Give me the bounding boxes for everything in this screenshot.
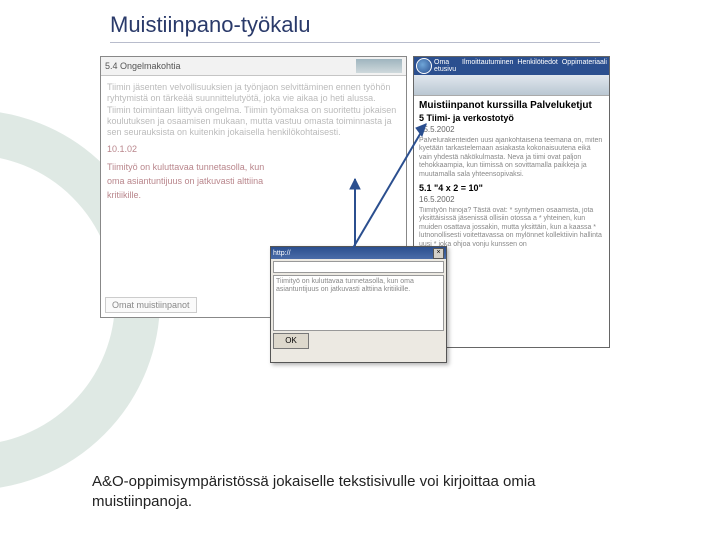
slide-title: Muistiinpano-työkalu [110, 12, 600, 38]
ok-button[interactable]: OK [273, 333, 309, 349]
course-banner [414, 75, 609, 96]
arrow-popup-to-left [345, 171, 365, 251]
title-underline [110, 42, 600, 43]
screenshot-collage: 5.4 Ongelmakohtia Tiimin jäsenten velvol… [100, 56, 610, 366]
nav-profile[interactable]: Henkilötiedot [517, 59, 557, 73]
popup-title: http:// [273, 250, 291, 257]
note-editor-popup: http:// × Tiimityö on kuluttavaa tunneta… [270, 246, 447, 363]
content-page-heading: 5.4 Ongelmakohtia [105, 61, 181, 71]
notes-page-title: Muistiinpanot kurssilla Palveluketjut [419, 100, 604, 111]
nav-enroll[interactable]: Ilmoittautuminen [462, 59, 513, 73]
own-notes-button[interactable]: Omat muistiinpanot [105, 297, 197, 313]
slide-title-area: Muistiinpano-työkalu [110, 12, 600, 43]
content-page-header: 5.4 Ongelmakohtia [101, 57, 406, 76]
slide-caption: A&O-oppimisympäristössä jokaiselle tekst… [92, 472, 632, 513]
top-nav: Oma etusivu Ilmoittautuminen Henkilötied… [414, 57, 609, 75]
popup-address-bar[interactable] [273, 261, 444, 273]
header-thumbnail [356, 59, 402, 73]
note-textarea[interactable]: Tiimityö on kuluttavaa tunnetasolla, kun… [273, 275, 444, 331]
nav-home[interactable]: Oma etusivu [434, 59, 458, 73]
ao-logo-icon [416, 58, 432, 74]
nav-material[interactable]: Oppimateriaali [562, 59, 607, 73]
